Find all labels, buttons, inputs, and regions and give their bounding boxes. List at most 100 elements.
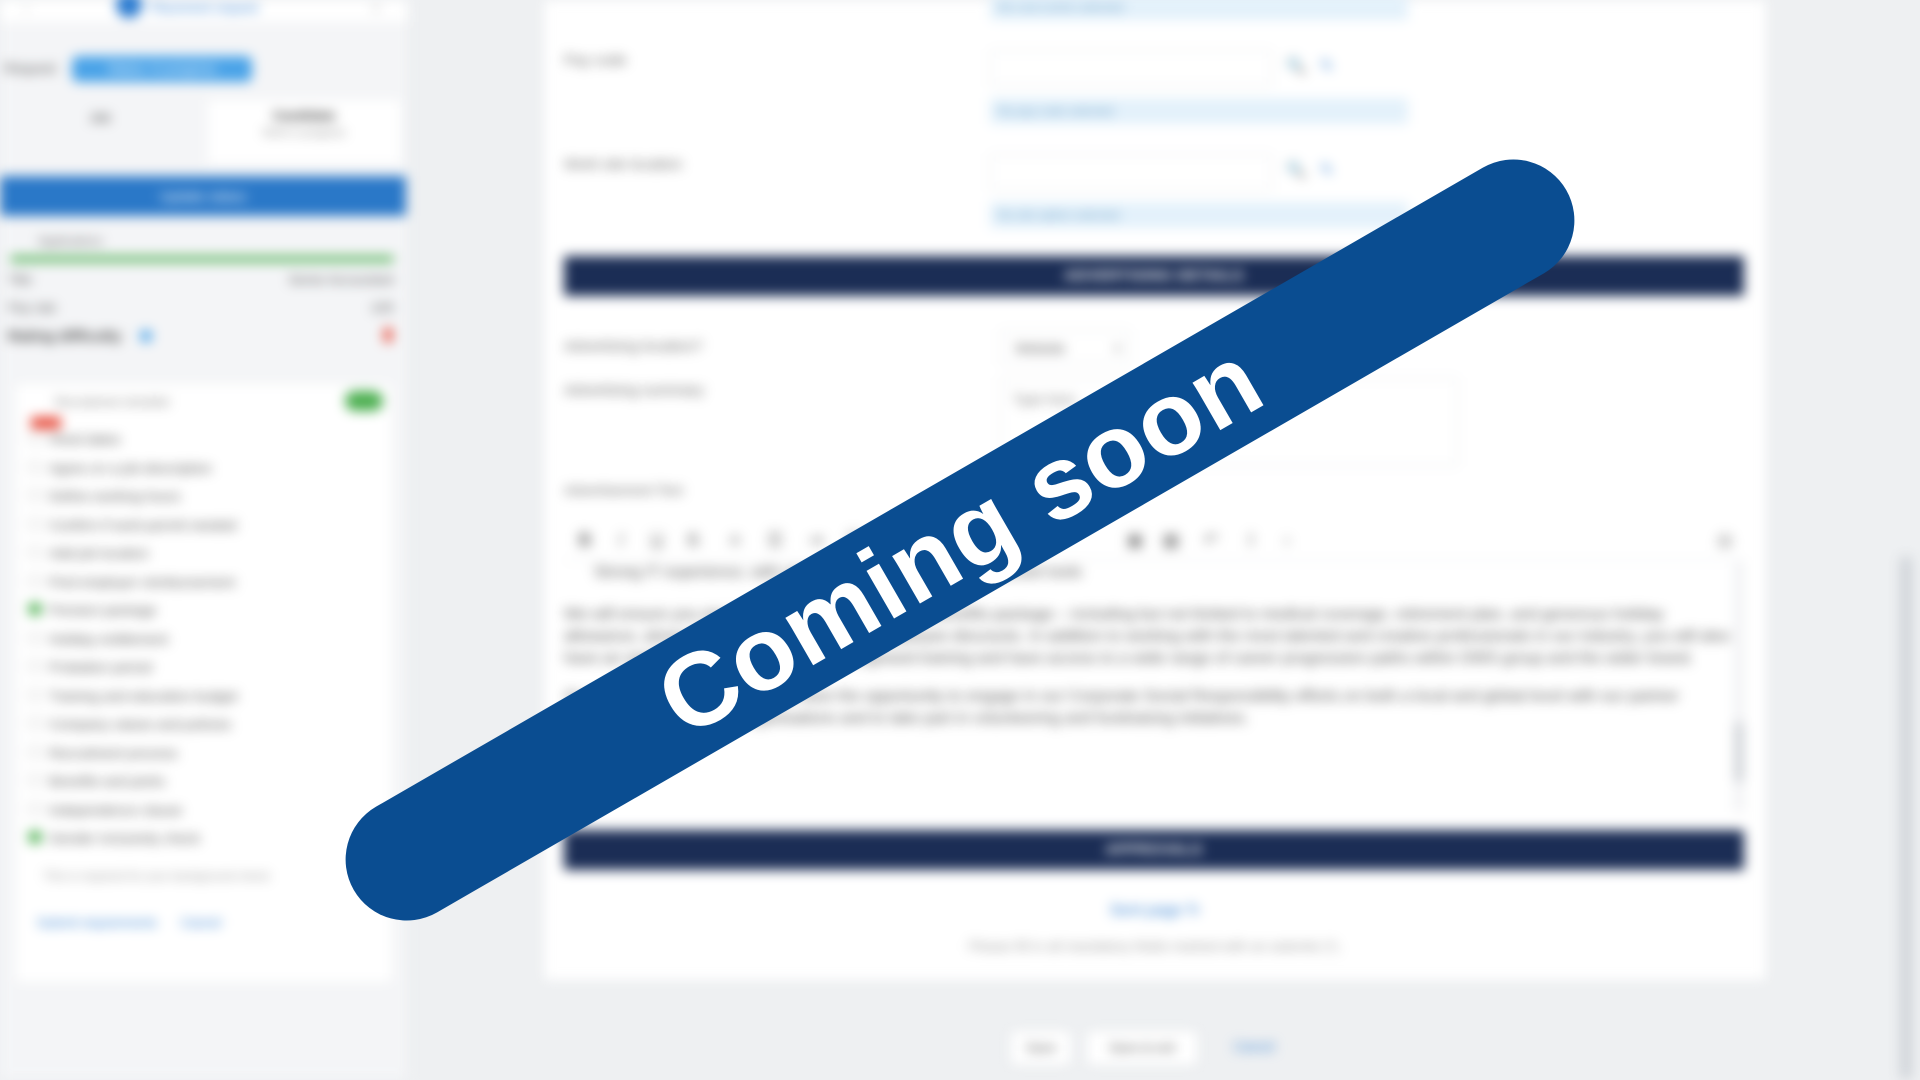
- field-label-work-site: Work site location: [564, 156, 683, 173]
- cancel-link[interactable]: Cancel: [181, 915, 221, 930]
- checkbox-icon[interactable]: [29, 460, 41, 473]
- checkbox-icon[interactable]: [29, 432, 41, 444]
- close-icon[interactable]: ×: [372, 0, 380, 16]
- checkbox-icon[interactable]: [29, 546, 41, 558]
- checkbox-icon[interactable]: [29, 660, 41, 672]
- checkbox-icon[interactable]: [29, 489, 41, 501]
- advertising-location-select[interactable]: Website ▾: [1000, 330, 1130, 364]
- edit-icon[interactable]: ✎: [1320, 160, 1333, 180]
- undo-icon[interactable]: ↶: [1200, 530, 1222, 551]
- numbered-list-icon[interactable]: ☰: [764, 530, 786, 551]
- underline-icon[interactable]: U: [646, 530, 668, 551]
- page-scrollbar[interactable]: [1900, 556, 1912, 1080]
- progress-fill: [10, 256, 394, 262]
- search-icon[interactable]: 🔍: [1286, 56, 1306, 76]
- field-note: No site option selected: [990, 202, 1408, 228]
- checklist-toggle[interactable]: [345, 391, 383, 411]
- search-icon[interactable]: 🔍: [1286, 160, 1306, 180]
- detail-key: Title: [8, 272, 33, 287]
- checkbox-icon[interactable]: [29, 774, 41, 786]
- submit-requirements-link[interactable]: Submit requirements: [37, 915, 157, 930]
- tab-candidate-sub: Work in progress: [262, 127, 346, 139]
- checklist-item[interactable]: Gender inclusivity check: [29, 830, 238, 859]
- checklist-item-label: Agree on a job description: [49, 459, 212, 476]
- tab-job[interactable]: Job: [0, 100, 200, 164]
- checklist-item[interactable]: Agree on a job description: [29, 460, 238, 489]
- pay-code-input[interactable]: [990, 50, 1272, 86]
- flag-icon: [384, 328, 392, 342]
- checkbox-icon[interactable]: [29, 717, 41, 729]
- fullscreen-icon[interactable]: ◎: [1714, 530, 1736, 551]
- checklist-item[interactable]: Pension package: [29, 602, 238, 631]
- checklist-item-label: Pension package: [49, 602, 157, 618]
- detail-row-pay-rate: Pay rate £45: [8, 300, 394, 315]
- checklist-item[interactable]: Hired dates: [29, 431, 238, 460]
- back-icon[interactable]: ‹: [24, 0, 29, 16]
- checklist-header: Recruitment checklist: [55, 395, 170, 409]
- strikethrough-icon[interactable]: S: [682, 530, 704, 551]
- checklist-item-label: Benefits and perks: [49, 773, 165, 789]
- checklist-item[interactable]: Add job location: [29, 545, 238, 574]
- avatar: [116, 0, 142, 18]
- info-icon[interactable]: [140, 330, 152, 342]
- checklist-item[interactable]: Recruitment process: [29, 745, 238, 774]
- cancel-button[interactable]: Cancel: [1214, 1030, 1294, 1064]
- editor-scrollbar[interactable]: [1734, 562, 1744, 812]
- field-label-pay-code: Pay code: [564, 52, 627, 69]
- edit-icon[interactable]: ✎: [1320, 56, 1333, 76]
- save-and-exit-button[interactable]: Save & exit: [1086, 1030, 1198, 1066]
- checklist-item[interactable]: Benefits and perks: [29, 773, 238, 802]
- progress-label: Applications: [38, 234, 103, 248]
- checklist-item[interactable]: Find employer reimbursement: [29, 574, 238, 603]
- checkbox-icon[interactable]: [29, 745, 41, 758]
- italic-icon[interactable]: I: [610, 530, 632, 551]
- editor-bullet: Strong IT experience, with exposure to c…: [564, 562, 1734, 584]
- checklist-item[interactable]: Probation period: [29, 659, 238, 688]
- editor-scrollbar-thumb[interactable]: [1735, 722, 1743, 782]
- tab-candidate-label: Candidate: [272, 108, 336, 123]
- checklist-item[interactable]: Independence clause: [29, 802, 238, 831]
- field-label-advertising-location: Advertising location?: [564, 338, 703, 355]
- table-icon[interactable]: ▦: [1160, 530, 1182, 551]
- checklist-item[interactable]: Define working hours: [29, 488, 238, 517]
- more-icon[interactable]: ›: [1276, 530, 1298, 551]
- checklist-item-label: Independence clause: [49, 801, 183, 818]
- checklist-item-label: Find employer reimbursement: [49, 573, 235, 590]
- detail-value: Senior Accountant: [288, 272, 394, 287]
- image-icon[interactable]: ▣: [1124, 530, 1146, 551]
- candidate-name[interactable]: Placement request: [150, 0, 258, 15]
- checklist-item-label: Define working hours: [49, 488, 181, 504]
- request-label: Request: [4, 60, 57, 76]
- sidebar: ‹ Placement request × Request Status: In…: [0, 0, 409, 1080]
- checked-checkbox-icon[interactable]: [29, 831, 41, 843]
- save-button[interactable]: Save: [1010, 1030, 1072, 1066]
- checkbox-icon[interactable]: [29, 631, 41, 644]
- mandatory-note: Please fill in all mandatory fields mark…: [968, 938, 1342, 954]
- checklist-item[interactable]: Holiday entitlement: [29, 631, 238, 660]
- checkbox-icon[interactable]: [29, 574, 41, 587]
- select-value: Website: [1015, 340, 1066, 356]
- checkbox-icon[interactable]: [29, 802, 41, 815]
- checklist-item-label: Company values and policies: [49, 716, 232, 732]
- bulleted-list-icon[interactable]: ≡: [724, 530, 746, 551]
- checkbox-icon[interactable]: [29, 517, 41, 530]
- checklist-note: This is required for your background che…: [43, 869, 270, 883]
- checklist-item[interactable]: Training and education budget: [29, 688, 238, 717]
- checklist-item[interactable]: Confirm if work-permit needed: [29, 517, 238, 546]
- clear-format-icon[interactable]: Ⅰ: [1240, 530, 1262, 551]
- checklist-item[interactable]: Company values and policies: [29, 716, 238, 745]
- progress-bar: [10, 256, 394, 262]
- checklist-item-label: Hired dates: [49, 431, 121, 447]
- checklist-item-label: Confirm if work-permit needed: [49, 516, 237, 533]
- checked-checkbox-icon[interactable]: [29, 603, 41, 615]
- bold-icon[interactable]: B: [574, 530, 596, 551]
- sent-page-link[interactable]: Sent page ↻: [544, 900, 1766, 920]
- update-status-button[interactable]: Update status: [0, 176, 406, 216]
- tab-job-label: Job: [89, 110, 111, 125]
- work-site-input[interactable]: [990, 154, 1272, 190]
- checkbox-icon[interactable]: [29, 688, 41, 701]
- field-label-advertising-summary: Advertising summary: [564, 382, 705, 399]
- checklist-links: Submit requirements Cancel: [37, 915, 241, 930]
- status-badge: Status: In progress: [72, 56, 252, 82]
- tab-candidate[interactable]: Candidate Work in progress: [208, 100, 400, 164]
